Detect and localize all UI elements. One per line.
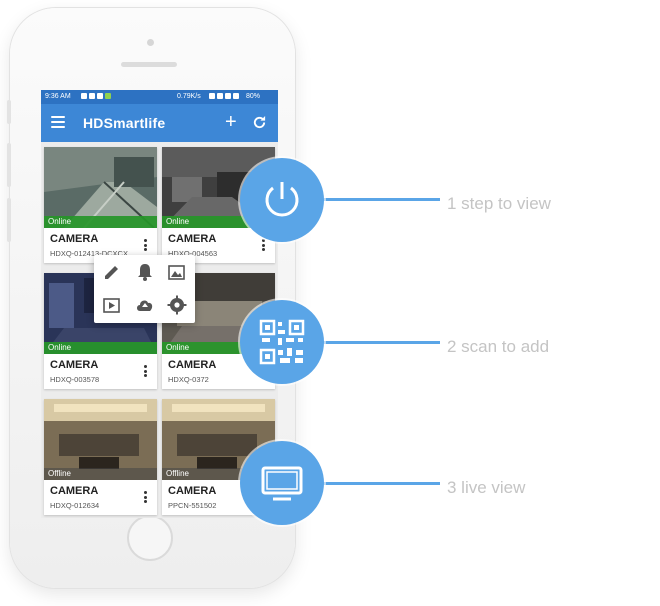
feature-label: 1 step to view [447, 194, 551, 213]
status-time: 9:36 AM [45, 93, 71, 100]
video-playback-icon[interactable] [101, 294, 123, 316]
home-button[interactable] [127, 515, 173, 561]
connector-line [322, 482, 440, 485]
camera-id: HDXQ-003578 [50, 375, 100, 384]
camera-id: HDXQ-012634 [50, 501, 100, 510]
camera-name: CAMERA [50, 233, 99, 245]
camera-card[interactable]: Offline CAMERA HDXQ-012634 [44, 399, 157, 515]
settings-icon[interactable] [166, 294, 188, 316]
refresh-icon[interactable] [252, 115, 267, 130]
notification-icons [79, 90, 111, 104]
feature-power [240, 158, 324, 242]
signal-icon [225, 93, 231, 99]
app-title: HDSmartlife [83, 115, 166, 131]
battery-level: 80% [246, 93, 261, 100]
signal-icons [207, 90, 239, 104]
status-bar: 9:36 AM 0.79K/s 80% [41, 90, 278, 104]
camera-name: CAMERA [168, 233, 217, 245]
front-camera [147, 39, 154, 46]
camera-name: CAMERA [168, 485, 217, 497]
camera-id: HDXQ-0372 [168, 375, 209, 384]
bell-icon[interactable] [134, 261, 156, 283]
add-icon[interactable]: + [225, 111, 237, 133]
phone-mute-switch [7, 100, 11, 124]
connector-line [322, 198, 440, 201]
camera-id: PPCN-551502 [168, 501, 217, 510]
notification-icon [89, 93, 95, 99]
menu-icon[interactable] [51, 116, 65, 128]
feature-label: 3 live view [447, 478, 526, 497]
more-options-icon[interactable] [144, 239, 148, 253]
monitor-icon [261, 466, 303, 501]
feature-qr [240, 300, 324, 384]
signal-icon [217, 93, 223, 99]
camera-name: CAMERA [50, 359, 99, 371]
more-options-icon[interactable] [144, 365, 148, 379]
power-icon [265, 182, 299, 217]
status-badge: Online [44, 342, 157, 354]
battery-icon [233, 93, 239, 99]
edit-icon[interactable] [101, 261, 123, 283]
status-badge: Online [44, 216, 157, 228]
phone-volume-down [7, 198, 11, 242]
qr-code-icon [259, 319, 305, 365]
notification-icon [81, 93, 87, 99]
cloud-upload-icon[interactable] [134, 294, 156, 316]
feature-monitor [240, 441, 324, 525]
notification-icon [105, 93, 111, 99]
more-options-icon[interactable] [144, 491, 148, 505]
connector-line [322, 341, 440, 344]
camera-name: CAMERA [168, 359, 217, 371]
earpiece-speaker [121, 62, 177, 67]
wifi-icon [209, 93, 215, 99]
gallery-icon[interactable] [166, 261, 188, 283]
notification-icon [97, 93, 103, 99]
camera-name: CAMERA [50, 485, 99, 497]
phone-volume-up [7, 143, 11, 187]
camera-card[interactable]: Online CAMERA HDXQ-012413-DCXCX [44, 147, 157, 263]
app-bar: HDSmartlife + [41, 104, 278, 142]
status-badge: Offline [44, 468, 157, 480]
feature-label: 2 scan to add [447, 337, 550, 356]
network-speed: 0.79K/s [177, 93, 201, 100]
camera-actions-popup [94, 255, 195, 323]
